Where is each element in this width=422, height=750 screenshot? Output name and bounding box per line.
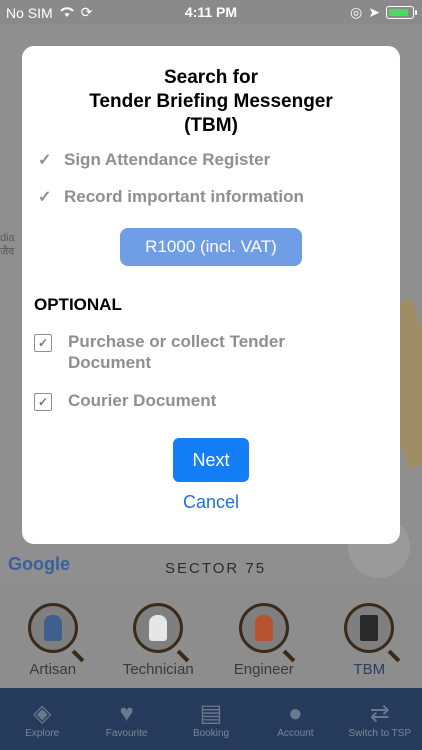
included-item-label: Sign Attendance Register	[64, 150, 271, 169]
service-tbm[interactable]: TBM	[317, 584, 422, 688]
service-label: Engineer	[233, 661, 294, 678]
engineer-icon	[238, 603, 289, 653]
battery-icon	[386, 6, 417, 19]
optional-item-label: Purchase or collect Tender Document	[68, 331, 285, 373]
checkbox-checked-icon[interactable]: ✓	[34, 334, 52, 352]
optional-item-line: Document	[68, 353, 152, 372]
included-item: ✓ Sign Attendance Register	[38, 150, 270, 170]
person-icon: ●	[288, 699, 303, 727]
checkmark-icon: ✓	[38, 152, 52, 169]
optional-item-purchase[interactable]: ✓ Purchase or collect Tender Document	[34, 331, 285, 373]
tab-switch-to-tsp[interactable]: ⇄ Switch to TSP	[338, 688, 422, 750]
map-edge-text: dia जैव	[0, 232, 15, 258]
dialog-title-line: Tender Briefing Messenger	[89, 91, 333, 112]
artisan-icon	[27, 603, 78, 653]
tab-label: Favourite	[105, 727, 148, 739]
checkmark-icon: ✓	[38, 189, 52, 206]
optional-heading: OPTIONAL	[34, 295, 122, 314]
service-selector: Artisan Technician Engineer TBM	[0, 584, 422, 688]
dialog-title-line: (TBM)	[184, 115, 238, 136]
map-sector-label: SECTOR 75	[165, 560, 267, 577]
next-button[interactable]: Next	[173, 438, 249, 482]
included-item-label: Record important information	[64, 187, 304, 206]
tab-label: Explore	[25, 727, 60, 739]
dialog-title-line: Search for	[164, 67, 258, 88]
google-logo: Google	[8, 554, 70, 574]
included-item: ✓ Record important information	[38, 187, 304, 207]
tbm-search-dialog: Search for Tender Briefing Messenger (TB…	[22, 46, 400, 544]
tab-favourite[interactable]: ♥ Favourite	[84, 688, 168, 750]
tab-bar: ◈ Explore ♥ Favourite ▤ Booking ● Accoun…	[0, 688, 422, 750]
book-icon: ▤	[199, 699, 223, 727]
location-arrow-icon: ➤	[368, 4, 380, 20]
status-right: ◎ ➤	[350, 4, 417, 21]
optional-item-line: Purchase or collect Tender	[68, 332, 285, 351]
lock-rotation-icon: ◎	[350, 4, 363, 20]
dialog-title: Search for Tender Briefing Messenger (TB…	[22, 66, 400, 138]
checkbox-checked-icon[interactable]: ✓	[34, 393, 52, 411]
tab-label: Booking	[192, 727, 230, 739]
price-button[interactable]: R1000 (incl. VAT)	[120, 228, 302, 266]
service-label: TBM	[353, 661, 386, 678]
cancel-button[interactable]: Cancel	[22, 492, 400, 513]
optional-item-courier[interactable]: ✓ Courier Document	[34, 390, 216, 411]
tab-label: Switch to TSP	[348, 727, 412, 739]
swap-icon: ⇄	[369, 699, 390, 727]
tab-booking[interactable]: ▤ Booking	[169, 688, 253, 750]
service-technician[interactable]: Technician	[106, 584, 212, 688]
service-engineer[interactable]: Engineer	[211, 584, 317, 688]
service-label: Artisan	[29, 661, 77, 678]
tbm-icon	[344, 603, 395, 653]
optional-item-label: Courier Document	[68, 391, 217, 410]
tab-label: Account	[277, 727, 314, 739]
service-artisan[interactable]: Artisan	[0, 584, 106, 688]
compass-icon: ◈	[32, 699, 52, 727]
tab-explore[interactable]: ◈ Explore	[0, 688, 84, 750]
technician-icon	[133, 603, 184, 653]
heart-icon: ♥	[119, 699, 134, 727]
service-label: Technician	[122, 661, 194, 678]
tab-account[interactable]: ● Account	[253, 688, 337, 750]
status-bar: No SIM ⟳ 4:11 PM ◎ ➤	[0, 0, 422, 24]
